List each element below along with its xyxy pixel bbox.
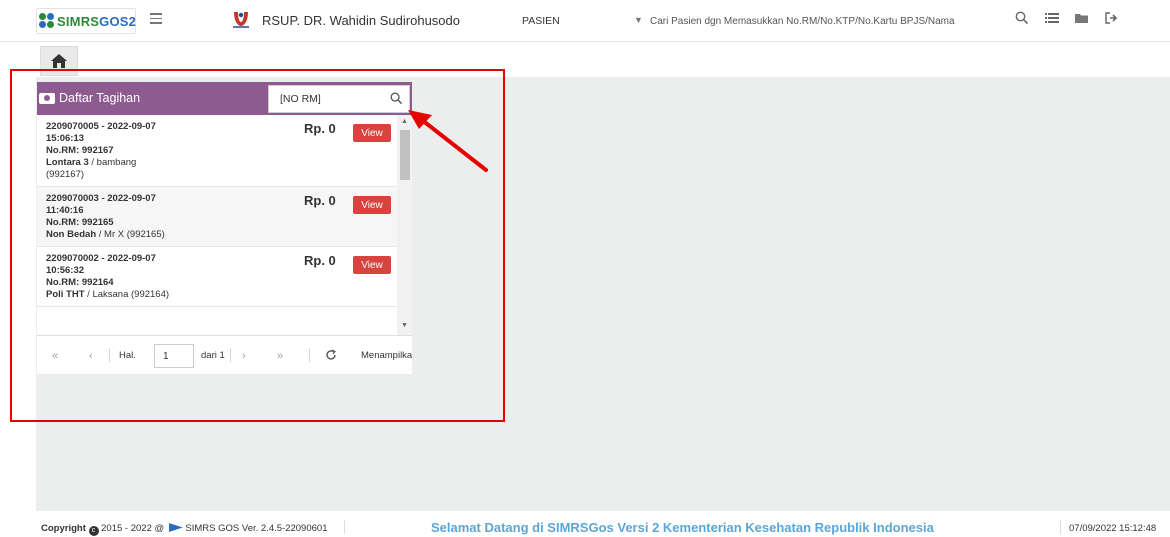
logo-text-simrs: SIMRS [57, 13, 100, 29]
logo-text-gos2: GOS2 [99, 13, 137, 29]
list-icon[interactable] [1045, 11, 1059, 25]
logo-mark-icon [39, 13, 55, 29]
top-navbar [0, 0, 1170, 42]
annotation-arrow-icon [408, 110, 488, 172]
patient-type-select[interactable]: PASIEN [522, 15, 560, 27]
search-icon[interactable] [1015, 11, 1029, 25]
hospital-logo-icon [233, 12, 249, 28]
hospital-name: RSUP. DR. Wahidin Sudirohusodo [262, 13, 460, 28]
folder-icon[interactable] [1075, 11, 1089, 25]
logout-icon[interactable] [1105, 11, 1119, 25]
copyright-text: Copyright c 2015 - 2022 @ SIMRS GOS Ver.… [41, 523, 328, 536]
datetime-display: 07/09/2022 15:12:48 [1069, 523, 1157, 534]
app-logo[interactable]: SIMRS GOS2 [39, 10, 136, 32]
patient-search-input[interactable] [650, 10, 980, 32]
chevron-down-icon[interactable]: ▼ [634, 15, 643, 25]
welcome-marquee: Selamat Datang di SIMRSGos Versi 2 Kemen… [431, 520, 934, 535]
version-text: SIMRS GOS Ver. 2.4.5-22090601 [185, 523, 328, 534]
copyright-icon: c [88, 526, 99, 536]
menu-icon[interactable] [150, 13, 162, 24]
simrs-logo-icon [168, 523, 183, 532]
home-icon [51, 54, 67, 68]
